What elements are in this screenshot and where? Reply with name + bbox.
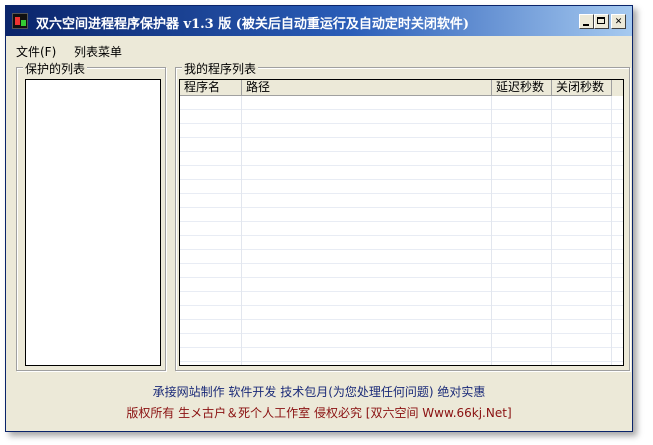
- protected-list-title: 保护的列表: [23, 60, 88, 77]
- column-path[interactable]: 路径: [242, 80, 492, 96]
- footer-services-text: 承接网站制作 软件开发 技术包月(为您处理任何问题) 绝对实惠: [152, 385, 486, 399]
- app-icon: [12, 13, 28, 29]
- column-program-name[interactable]: 程序名: [180, 80, 242, 96]
- protected-list-group: 保护的列表: [16, 60, 166, 371]
- listview-body[interactable]: [180, 96, 623, 365]
- close-button[interactable]: ✕: [611, 14, 626, 29]
- protected-listbox[interactable]: [25, 79, 161, 366]
- app-window: 双六空间进程程序保护器 v1.3 版 (被关后自动重运行及自动定时关闭软件) ✕…: [5, 5, 633, 432]
- menu-list[interactable]: 列表菜单: [74, 43, 122, 60]
- grid-line: [611, 96, 612, 365]
- maximize-button[interactable]: [594, 14, 609, 29]
- column-close-seconds[interactable]: 关闭秒数: [552, 80, 612, 96]
- listview-header: 程序名 路径 延迟秒数 关闭秒数: [180, 80, 623, 96]
- program-listview[interactable]: 程序名 路径 延迟秒数 关闭秒数: [179, 79, 624, 366]
- window-title: 双六空间进程程序保护器 v1.3 版 (被关后自动重运行及自动定时关闭软件): [36, 17, 470, 32]
- menu-bar: 文件(F) 列表菜单: [6, 41, 632, 59]
- grid-line: [551, 96, 552, 365]
- program-list-title: 我的程序列表: [182, 60, 259, 77]
- grid-line: [241, 96, 242, 365]
- program-list-group: 我的程序列表 程序名 路径 延迟秒数 关闭秒数: [175, 60, 630, 371]
- minimize-button[interactable]: [579, 14, 594, 29]
- title-bar[interactable]: 双六空间进程程序保护器 v1.3 版 (被关后自动重运行及自动定时关闭软件) ✕: [6, 6, 632, 36]
- column-delay-seconds[interactable]: 延迟秒数: [492, 80, 552, 96]
- grid-line: [491, 96, 492, 365]
- footer-copyright-text: 版权所有 生メ古户＆死个人工作室 侵权必究 [双六空间 Www.66kj.Net…: [126, 406, 512, 420]
- menu-file[interactable]: 文件(F): [16, 43, 56, 60]
